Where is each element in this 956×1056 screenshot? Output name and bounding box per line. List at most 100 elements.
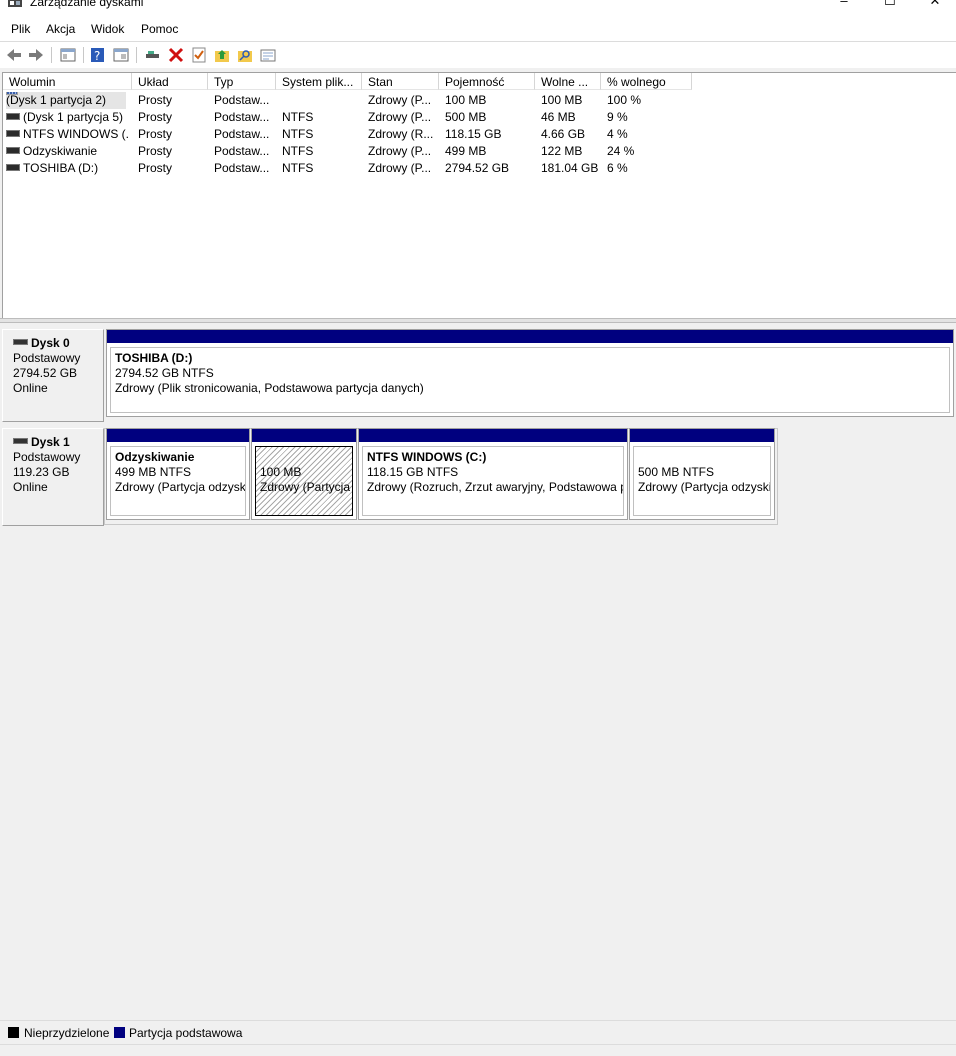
partition-efi-100mb[interactable]: 100 MB Zdrowy (Partycja <box>251 428 357 520</box>
folder-up-icon[interactable] <box>213 46 231 64</box>
volume-name-cell: Odzyskiwanie <box>6 143 126 160</box>
capacity-cell: 500 MB <box>445 110 487 124</box>
partition-body: Odzyskiwanie 499 MB NTFS Zdrowy (Partycj… <box>110 446 246 516</box>
partition-icon <box>6 92 18 95</box>
table-row[interactable]: Odzyskiwanie Prosty Podstaw... NTFS Zdro… <box>3 143 703 160</box>
free-space-cell: 122 MB <box>541 144 583 158</box>
volume-name: NTFS WINDOWS (... <box>23 127 128 141</box>
check-icon[interactable] <box>190 46 208 64</box>
partition-state: Zdrowy (Plik stronicowania, Podstawowa p… <box>115 381 424 395</box>
capacity-cell: 2794.52 GB <box>445 161 510 175</box>
disk-0-label[interactable]: Dysk 0 Podstawowy 2794.52 GB Online <box>2 329 104 422</box>
help-icon[interactable]: ? <box>89 46 107 64</box>
disk-1-label[interactable]: Dysk 1 Podstawowy 119.23 GB Online <box>2 428 104 526</box>
partition-size: 499 MB NTFS <box>115 465 192 479</box>
partition-body: TOSHIBA (D:) 2794.52 GB NTFS Zdrowy (Pli… <box>110 347 950 413</box>
partition-ntfs-windows-c[interactable]: NTFS WINDOWS (C:) 118.15 GB NTFS Zdrowy … <box>358 428 628 520</box>
legend-label-unallocated: Nieprzydzielone <box>24 1026 110 1040</box>
column-header-wolne[interactable]: Wolne ... <box>535 73 601 90</box>
disk-type: Podstawowy <box>13 351 81 365</box>
layout-cell: Prosty <box>138 93 173 107</box>
close-button[interactable]: ✕ <box>912 0 956 12</box>
percent-free-cell: 24 % <box>607 144 635 158</box>
partition-odzyskiwanie[interactable]: Odzyskiwanie 499 MB NTFS Zdrowy (Partycj… <box>106 428 250 520</box>
disk-0-row: Dysk 0 Podstawowy 2794.52 GB Online TOSH… <box>2 329 956 422</box>
partition-name: TOSHIBA (D:) <box>115 351 193 365</box>
type-cell: Podstaw... <box>214 93 270 107</box>
filesystem-cell: NTFS <box>282 144 314 158</box>
partition-state: Zdrowy (Partycja odzyski <box>638 480 771 494</box>
legend-swatch-unallocated <box>8 1027 19 1038</box>
table-row[interactable]: TOSHIBA (D:) Prosty Podstaw... NTFS Zdro… <box>3 160 703 177</box>
menu-akcja[interactable]: Akcja <box>46 22 75 36</box>
percent-free-cell: 9 % <box>607 110 628 124</box>
column-header-system-plikow[interactable]: System plik... <box>276 73 362 90</box>
capacity-cell: 499 MB <box>445 144 487 158</box>
column-header-pojemnosc[interactable]: Pojemność <box>439 73 535 90</box>
list-icon[interactable] <box>259 46 277 64</box>
delete-icon[interactable] <box>167 46 185 64</box>
partition-type-bar <box>359 429 627 442</box>
menu-widok[interactable]: Widok <box>91 22 124 36</box>
maximize-button[interactable]: ☐ <box>867 0 913 12</box>
disk-status: Online <box>13 381 48 395</box>
column-header-procent-wolnego[interactable]: % wolnego <box>601 73 692 90</box>
partition-state: Zdrowy (Partycja odzysk <box>115 480 246 494</box>
partition-toshiba-d[interactable]: TOSHIBA (D:) 2794.52 GB NTFS Zdrowy (Pli… <box>106 329 954 417</box>
status-cell: Zdrowy (P... <box>368 110 432 124</box>
table-row[interactable]: (Dysk 1 partycja 5) Prosty Podstaw... NT… <box>3 109 703 126</box>
table-row[interactable]: NTFS WINDOWS (... Prosty Podstaw... NTFS… <box>3 126 703 143</box>
svg-text:?: ? <box>94 49 100 63</box>
disk-size: 2794.52 GB <box>13 366 78 380</box>
capacity-cell: 100 MB <box>445 93 487 107</box>
filesystem-cell: NTFS <box>282 127 314 141</box>
column-header-wolumin[interactable]: Wolumin <box>3 73 132 90</box>
properties-icon[interactable] <box>112 46 130 64</box>
status-cell: Zdrowy (R... <box>368 127 434 141</box>
disk-status: Online <box>13 480 48 494</box>
legend: Nieprzydzielone Partycja podstawowa <box>0 1020 956 1045</box>
legend-label-primary-partition: Partycja podstawowa <box>129 1026 243 1040</box>
menu-pomoc[interactable]: Pomoc <box>141 22 178 36</box>
toolbar-separator <box>51 47 52 63</box>
partition-size: 2794.52 GB NTFS <box>115 366 214 380</box>
layout-cell: Prosty <box>138 127 173 141</box>
percent-free-cell: 4 % <box>607 127 628 141</box>
column-header-typ[interactable]: Typ <box>208 73 276 90</box>
column-header-uklad[interactable]: Układ <box>132 73 208 90</box>
disk-icon <box>13 339 28 346</box>
status-cell: Zdrowy (P... <box>368 93 432 107</box>
disk-graphical-view: Dysk 0 Podstawowy 2794.52 GB Online TOSH… <box>2 323 956 1020</box>
partition-type-bar <box>252 429 356 442</box>
search-folder-icon[interactable] <box>236 46 254 64</box>
partition-size: 118.15 GB NTFS <box>367 465 459 479</box>
volume-name: Odzyskiwanie <box>23 144 98 158</box>
console-tree-icon[interactable] <box>59 46 77 64</box>
type-cell: Podstaw... <box>214 144 270 158</box>
disk-name: Dysk 1 <box>31 435 70 449</box>
title-bar: Zarządzanie dyskami – ☐ ✕ <box>0 0 956 12</box>
partition-body-selected: 100 MB Zdrowy (Partycja <box>255 446 353 516</box>
disk-icon <box>13 438 28 445</box>
column-header-stan[interactable]: Stan <box>362 73 439 90</box>
menu-plik[interactable]: Plik <box>11 22 30 36</box>
partition-type-bar <box>630 429 774 442</box>
type-cell: Podstaw... <box>214 161 270 175</box>
back-icon[interactable] <box>5 46 23 64</box>
partition-recovery-500mb[interactable]: 500 MB NTFS Zdrowy (Partycja odzyski <box>629 428 775 520</box>
minimize-button[interactable]: – <box>821 0 867 12</box>
partition-type-bar <box>107 429 249 442</box>
free-space-cell: 181.04 GB <box>541 161 599 175</box>
connect-disk-icon[interactable] <box>144 46 162 64</box>
drive-icon <box>6 147 20 155</box>
disk-name: Dysk 0 <box>31 336 70 350</box>
forward-icon[interactable] <box>27 46 45 64</box>
partition-name: Odzyskiwanie <box>115 450 195 464</box>
volume-name-cell: (Dysk 1 partycja 2) <box>6 92 126 109</box>
volume-name-cell: NTFS WINDOWS (... <box>6 126 128 143</box>
type-cell: Podstaw... <box>214 110 270 124</box>
table-row[interactable]: (Dysk 1 partycja 2) Prosty Podstaw... Zd… <box>3 92 703 109</box>
disk-size: 119.23 GB <box>13 465 70 479</box>
window-title: Zarządzanie dyskami <box>30 0 144 9</box>
status-cell: Zdrowy (P... <box>368 144 432 158</box>
